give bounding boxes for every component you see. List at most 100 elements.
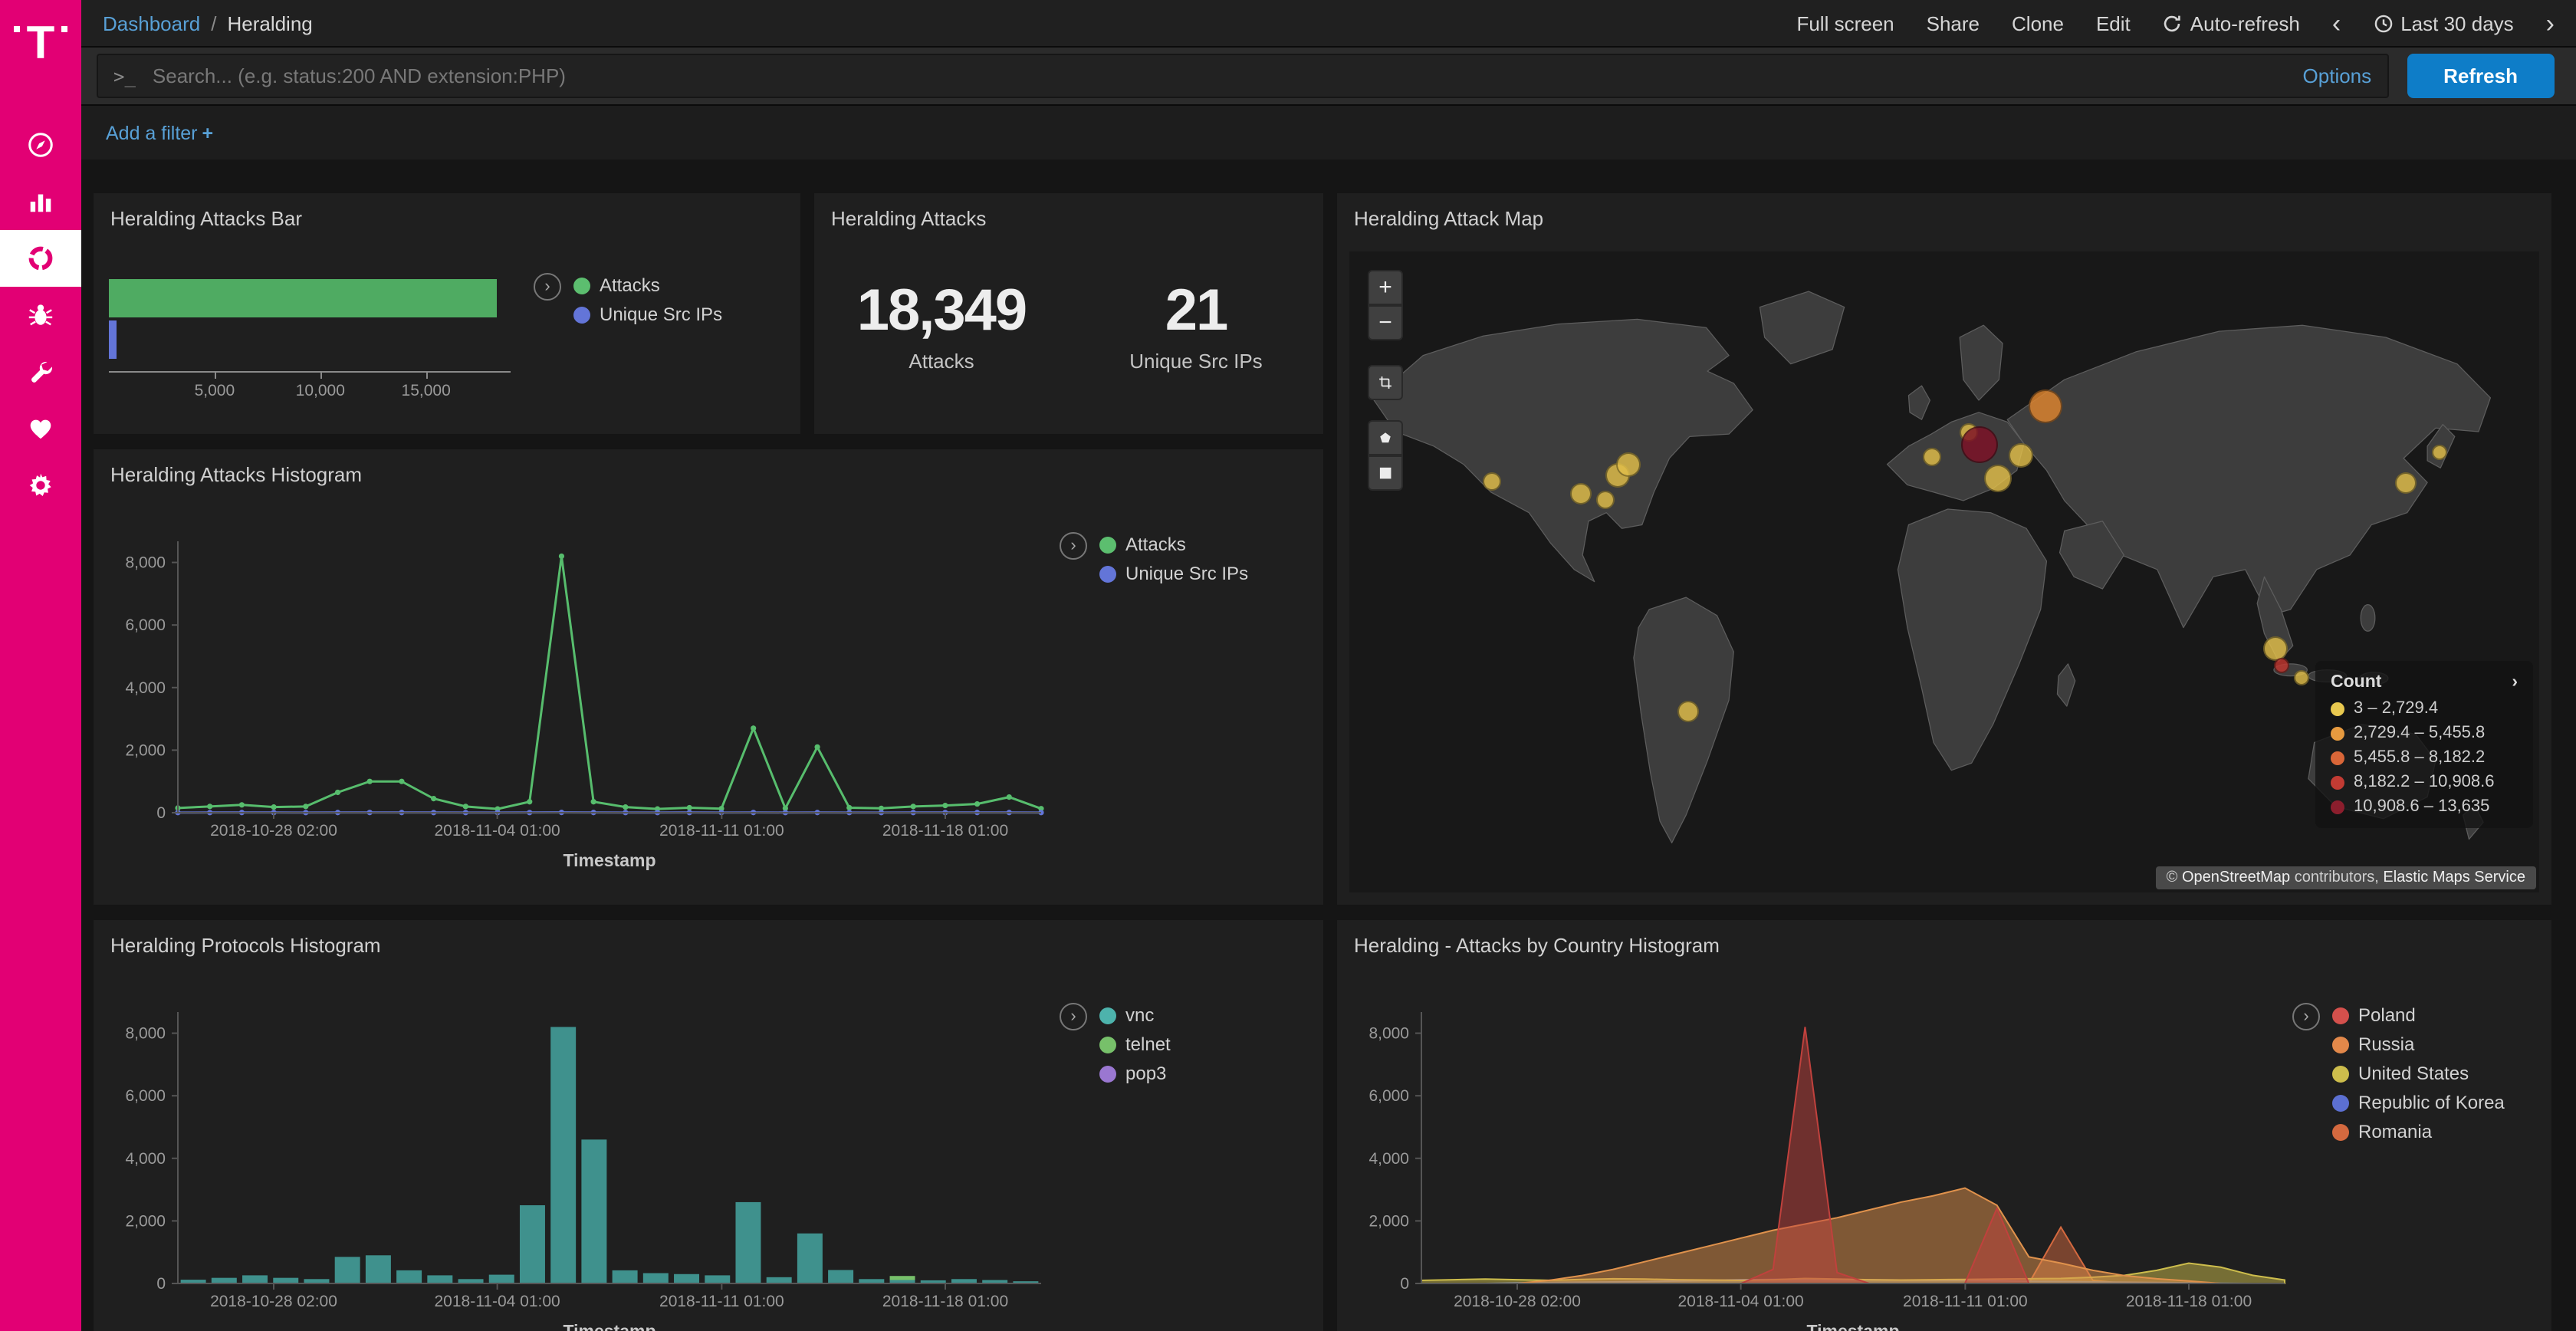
legend-item[interactable]: Russia [2332,1034,2505,1055]
legend-toggle-button[interactable]: › [1060,1003,1087,1030]
legend-dot-icon [573,306,590,323]
legend-item[interactable]: 10,908.6 – 13,635 [2331,797,2518,816]
legend-toggle-button[interactable]: › [2292,1003,2320,1030]
bar-vnc[interactable] [705,1275,730,1283]
auto-refresh-button[interactable]: Auto-refresh [2163,12,2300,35]
bar-vnc[interactable] [335,1257,360,1283]
query-options-link[interactable]: Options [2303,64,2372,87]
telekom-logo[interactable]: T [0,0,81,89]
legend-toggle-button[interactable]: › [534,273,561,301]
legend-item[interactable]: vnc [1099,1004,1171,1026]
legend-collapse-icon[interactable]: › [2512,673,2518,692]
map-count-legend: Count › 3 – 2,729.42,729.4 – 5,455.85,45… [2315,661,2533,828]
bar-vnc[interactable] [581,1139,606,1283]
legend-item[interactable]: pop3 [1099,1063,1171,1084]
attack-location-circle[interactable] [1483,472,1501,490]
bar-attacks[interactable] [109,279,497,317]
attack-location-circle[interactable] [1617,452,1641,477]
dashboard-gauge-icon [26,244,55,273]
legend-item[interactable]: 5,455.8 – 8,182.2 [2331,748,2518,767]
sidebar-item-monitoring[interactable] [0,400,81,457]
sidebar-item-dashboard[interactable] [0,230,81,287]
attack-location-circle[interactable] [1596,491,1615,509]
zoom-in-button[interactable]: + [1368,270,1403,305]
bar-vnc[interactable] [550,1027,576,1283]
bar-vnc[interactable] [212,1278,237,1283]
bar-vnc[interactable] [520,1205,545,1283]
point [751,725,756,731]
legend-item[interactable]: Romania [2332,1121,2505,1142]
y-axis-tick-label: 0 [156,804,166,822]
bar-chart-icon [26,187,55,216]
attack-location-circle[interactable] [1571,482,1592,504]
zoom-out-button[interactable]: − [1368,305,1403,340]
fit-bounds-button[interactable] [1368,365,1403,400]
legend-item[interactable]: 2,729.4 – 5,455.8 [2331,724,2518,742]
bar-vnc[interactable] [735,1202,761,1283]
attack-location-circle[interactable] [2432,445,2447,460]
draw-rectangle-button[interactable]: ■ [1368,455,1403,491]
time-forward-button[interactable]: › [2546,10,2555,36]
legend-item[interactable]: Republic of Korea [2332,1092,2505,1113]
bar-vnc[interactable] [797,1234,823,1283]
bar-telnet[interactable] [890,1276,915,1280]
bar-vnc[interactable] [674,1274,699,1283]
legend-item[interactable]: Attacks [1099,534,1248,555]
bar-vnc[interactable] [613,1270,638,1283]
bar-vnc[interactable] [767,1277,792,1283]
line-Attacks[interactable] [178,556,1041,809]
sidebar-item-management[interactable] [0,457,81,514]
time-back-button[interactable]: ‹ [2332,10,2341,36]
bar-unique-src-ips[interactable] [109,320,117,359]
openstreetmap-link[interactable]: OpenStreetMap [2182,869,2290,886]
attack-location-circle[interactable] [2029,389,2062,423]
share-button[interactable]: Share [1927,12,1980,35]
bar-vnc[interactable] [643,1273,669,1283]
gear-icon [26,471,55,500]
bar-vnc[interactable] [273,1278,298,1283]
sidebar-item-discover[interactable] [0,117,81,173]
area-Russia[interactable] [1421,1188,2285,1283]
y-axis-tick-label: 2,000 [1368,1212,1409,1230]
bar-vnc[interactable] [242,1275,268,1283]
attack-location-circle[interactable] [2262,636,2287,660]
clock-icon [2373,13,2393,33]
sidebar-item-visualize[interactable] [0,173,81,230]
draw-polygon-button[interactable] [1368,420,1403,455]
legend-toggle-button[interactable]: › [1060,532,1087,560]
attack-location-circle[interactable] [2294,669,2309,685]
add-filter-link[interactable]: Add a filter+ [106,122,213,143]
full-screen-button[interactable]: Full screen [1796,12,1894,35]
legend-item[interactable]: Unique Src IPs [573,304,722,325]
attack-location-circle[interactable] [1677,700,1699,721]
legend-item[interactable]: telnet [1099,1034,1171,1055]
breadcrumb-dashboard-link[interactable]: Dashboard [103,12,200,35]
legend-item[interactable]: 8,182.2 – 10,908.6 [2331,773,2518,791]
bar-vnc[interactable] [489,1275,514,1283]
sidebar-item-threats[interactable] [0,287,81,343]
edit-button[interactable]: Edit [2096,12,2131,35]
clone-button[interactable]: Clone [2012,12,2064,35]
sidebar-item-devtools[interactable] [0,343,81,400]
attack-location-circle[interactable] [1923,448,1941,466]
attack-location-circle[interactable] [1962,426,1999,463]
legend-item[interactable]: Unique Src IPs [1099,563,1248,584]
legend-item[interactable]: Attacks [573,274,722,296]
legend-item[interactable]: Poland [2332,1004,2505,1026]
bar-vnc[interactable] [396,1270,422,1283]
legend-item[interactable]: 3 – 2,729.4 [2331,699,2518,718]
bar-vnc[interactable] [427,1275,452,1283]
x-axis-tick-label: 2018-11-11 01:00 [659,1293,784,1310]
bar-vnc[interactable] [366,1255,391,1283]
elastic-maps-service-link[interactable]: Elastic Maps Service [2383,869,2525,886]
world-map-canvas[interactable]: + − ■ Count › 3 – 2,729.42,729.4 – 5, [1349,251,2539,892]
attack-location-circle[interactable] [2009,442,2034,467]
time-range-button[interactable]: Last 30 days [2373,12,2513,35]
attack-location-circle[interactable] [1984,464,2012,491]
attack-location-circle[interactable] [2275,657,2290,672]
refresh-button[interactable]: Refresh [2407,54,2555,98]
bar-vnc[interactable] [828,1270,853,1283]
legend-item[interactable]: United States [2332,1063,2505,1084]
search-input[interactable] [150,63,2288,89]
attack-location-circle[interactable] [2395,473,2417,495]
